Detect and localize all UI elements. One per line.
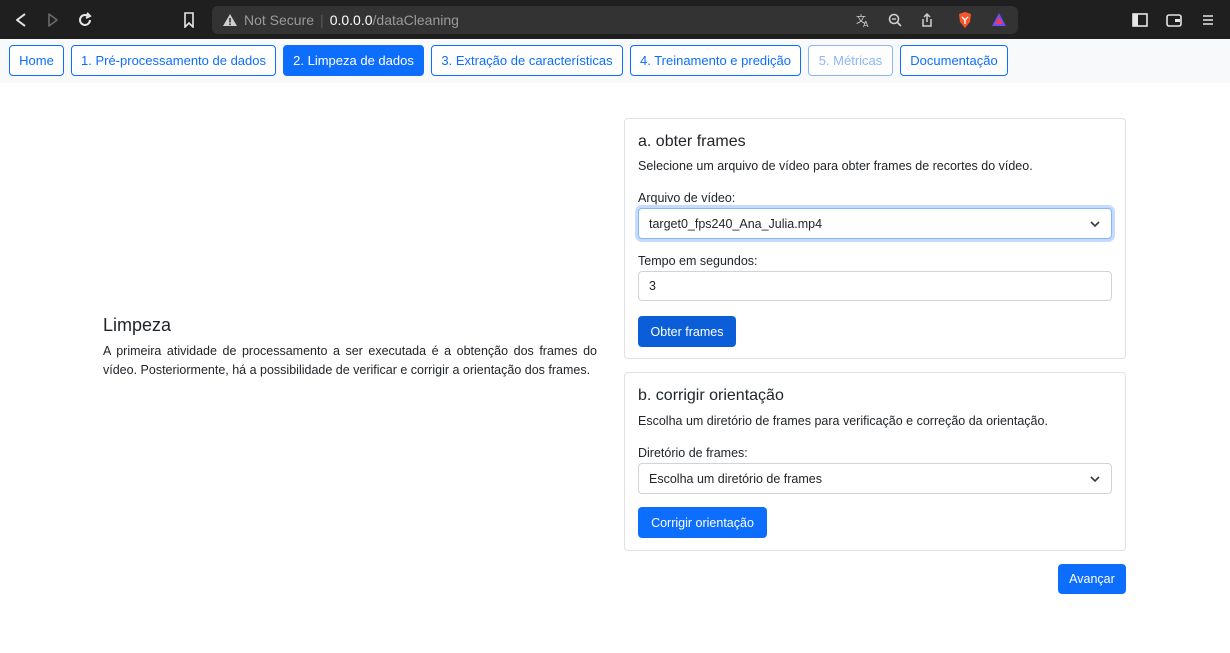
nav-features-button[interactable]: 3. Extração de características [431,45,623,76]
fix-orientation-card: b. corrigir orientação Escolha um diretó… [624,372,1126,551]
video-file-label: Arquivo de vídeo: [638,191,736,205]
nav-metrics-button: 5. Métricas [808,45,893,76]
url-path: /dataCleaning [372,12,459,28]
time-seconds-label: Tempo em segundos: [638,254,758,268]
card-a-title: a. obter frames [638,133,746,150]
wallet-icon[interactable] [1163,9,1185,31]
nav-preprocessing-button[interactable]: 1. Pré-processamento de dados [71,45,276,76]
forward-icon[interactable] [42,9,64,31]
card-b-description: Escolha um diretório de frames para veri… [638,414,1048,428]
chevron-down-icon [1090,221,1100,228]
menu-icon[interactable] [1197,9,1219,31]
time-seconds-input[interactable]: 3 [638,271,1112,301]
back-icon[interactable] [10,9,32,31]
video-file-value: target0_fps240_Ana_Julia.mp4 [649,216,823,231]
share-icon[interactable] [918,11,936,29]
url-text: Not Secure | 0.0.0.0/dataCleaning [244,12,459,28]
obtain-frames-card: a. obter frames Selecione um arquivo de … [624,118,1126,359]
video-file-select[interactable]: target0_fps240_Ana_Julia.mp4 [638,208,1112,239]
warning-icon [221,11,239,29]
url-host: 0.0.0.0 [329,12,373,28]
next-button[interactable]: Avançar [1058,564,1126,594]
frames-dir-value: Escolha um diretório de frames [649,471,822,486]
sidebar-icon[interactable] [1129,9,1151,31]
frames-dir-label: Diretório de frames: [638,446,748,460]
translate-icon[interactable]: 文A [854,11,872,29]
time-seconds-value: 3 [649,279,656,293]
svg-text:A: A [863,20,869,28]
nav-cleaning-button[interactable]: 2. Limpeza de dados [283,45,424,76]
main-nav: Home 1. Pré-processamento de dados 2. Li… [0,39,1230,83]
zoom-icon[interactable] [886,11,904,29]
brave-rewards-icon[interactable] [990,11,1008,29]
fix-orientation-button[interactable]: Corrigir orientação [638,507,767,538]
chevron-down-icon [1090,476,1100,483]
nav-home-button[interactable]: Home [9,45,64,76]
security-label: Not Secure [244,12,315,28]
nav-training-button[interactable]: 4. Treinamento e predição [630,45,801,76]
address-bar[interactable]: Not Secure | 0.0.0.0/dataCleaning 文A [212,6,1018,34]
browser-toolbar: Not Secure | 0.0.0.0/dataCleaning 文A [0,0,1230,39]
reload-icon[interactable] [74,9,96,31]
card-b-title: b. corrigir orientação [638,387,784,404]
page-title: Limpeza [103,315,172,335]
card-a-description: Selecione um arquivo de vídeo para obter… [638,159,1033,173]
frames-dir-select[interactable]: Escolha um diretório de frames [638,463,1112,494]
obtain-frames-button[interactable]: Obter frames [638,316,736,347]
bookmark-icon[interactable] [178,9,200,31]
nav-docs-button[interactable]: Documentação [900,45,1008,76]
intro-text: A primeira atividade de processamento a … [103,344,597,377]
brave-shield-icon[interactable] [956,11,974,29]
